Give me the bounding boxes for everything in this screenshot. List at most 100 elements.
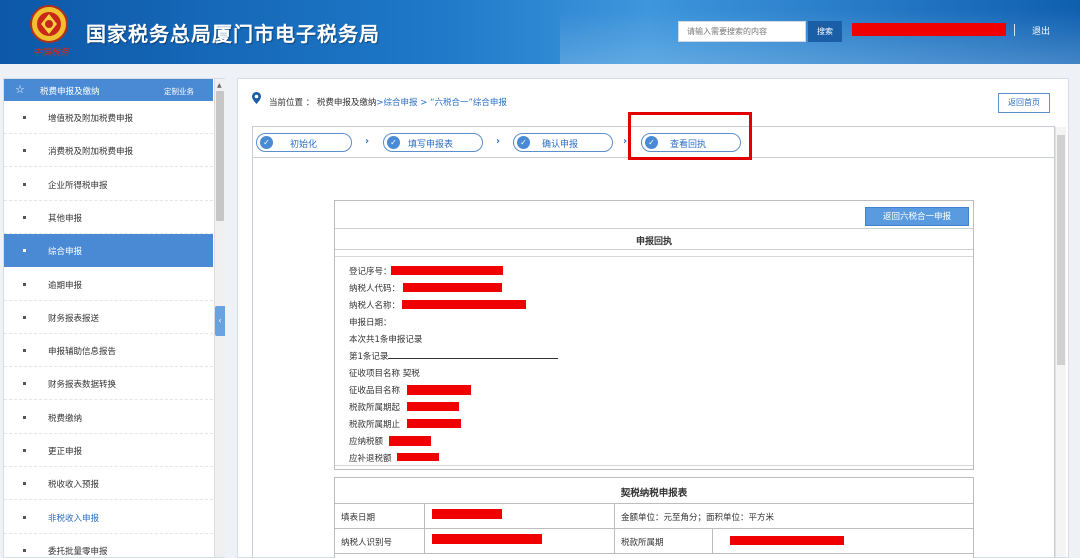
sidebar-item[interactable]: 更正申报	[4, 434, 213, 467]
redacted-value	[407, 419, 461, 428]
receipt-title: 申报回执	[635, 237, 672, 247]
receipt-field: 本次共1条申报记录	[349, 333, 422, 345]
svg-text:中国税务: 中国税务	[33, 47, 70, 57]
sidebar-item-label: 逾期申报	[48, 280, 83, 291]
sidebar-item[interactable]: 增值税及附加税费申报	[4, 101, 213, 134]
redacted-value	[402, 300, 526, 309]
sidebar-item[interactable]: 税收收入预报	[4, 467, 213, 501]
sidebar-item-label: 更正申报	[48, 447, 83, 457]
sidebar-item-label: 非税收入申报	[48, 513, 100, 524]
star-icon: ☆	[15, 83, 25, 96]
receipt-field-label: 第1条记录	[349, 352, 389, 362]
receipt-field: 应纳税额	[349, 435, 383, 447]
sidebar-item[interactable]: 逾期申报	[4, 268, 213, 301]
fill-date-label: 填表日期	[341, 513, 376, 523]
receipt-field: 应补退税额	[349, 452, 392, 464]
receipt-field-label: 征收品目名称	[349, 386, 401, 396]
receipt-field-label: 本次共1条申报记录	[349, 335, 423, 345]
table-cell: 金额单位：元至角分；面积单位：平方米	[615, 504, 973, 528]
breadcrumb-level1[interactable]: 税费申报及缴纳	[317, 98, 377, 108]
sidebar-item-label: 申报辅助信息报告	[48, 347, 117, 358]
tax-period-label: 税款所属期	[621, 538, 664, 548]
bullet-icon	[23, 449, 26, 452]
bullet-icon	[23, 149, 26, 153]
header-divider	[1014, 24, 1015, 36]
sidebar-item-label: 委托批量零申报	[48, 546, 108, 557]
sidebar-item[interactable]: 财务报表报送	[4, 301, 213, 334]
redacted-value	[407, 385, 471, 395]
annotation-highlight-box	[628, 112, 752, 160]
receipt-field: 第1条记录	[349, 350, 559, 362]
sidebar-item[interactable]: 消费税及附加税费申报	[4, 134, 213, 168]
redacted-value	[432, 534, 542, 544]
bullet-icon	[23, 182, 26, 186]
sidebar-item[interactable]: 申报辅助信息报告	[4, 334, 213, 368]
redacted-value	[432, 509, 502, 519]
chevron-right-icon: ›	[623, 136, 628, 147]
sidebar-item[interactable]: 综合申报	[4, 234, 213, 268]
receipt-field: 纳税人名称：	[349, 299, 400, 311]
underline-blank	[388, 351, 559, 359]
bullet-icon	[23, 315, 26, 319]
sidebar-scroll-thumb[interactable]	[216, 91, 224, 221]
receipt-field: 征收项目名称 契税	[349, 367, 420, 379]
sidebar-item[interactable]: 委托批量零申报	[4, 534, 213, 558]
redacted-username	[852, 23, 1006, 36]
bullet-icon	[23, 548, 26, 552]
sidebar-item[interactable]: 非税收入申报	[4, 501, 213, 534]
logout-link[interactable]: 退出	[1032, 24, 1050, 37]
bullet-icon	[23, 515, 26, 519]
unit-label: 金额单位：元至角分；面积单位：平方米	[621, 513, 775, 523]
custom-business-link[interactable]: 定制业务	[164, 86, 194, 97]
sidebar-item[interactable]: 其他申报	[4, 201, 213, 234]
sidebar-collapse-button[interactable]: ‹	[215, 306, 225, 336]
redacted-value	[391, 266, 503, 275]
sidebar-item-label: 增值税及附加税费申报	[48, 114, 134, 124]
return-six-tax-button[interactable]: 返回六税合一申报	[865, 207, 969, 226]
receipt-field: 申报日期：	[349, 316, 392, 328]
sidebar-item-label: 财务报表报送	[48, 313, 100, 324]
sidebar-item[interactable]: 企业所得税申报	[4, 168, 213, 201]
redacted-value	[397, 453, 439, 461]
bullet-icon	[23, 415, 26, 419]
deed-tax-declaration-table: 契税纳税申报表 填表日期 金额单位：元至角分；面积单位：平方米 纳税人识别号 税…	[334, 477, 974, 558]
sidebar-item[interactable]: 财务报表数据转换	[4, 367, 213, 401]
receipt-field-label: 税款所属期止	[349, 420, 401, 430]
main-scrollbar[interactable]	[1055, 127, 1066, 557]
site-title: 国家税务总局厦门市电子税务局	[86, 22, 380, 46]
sidebar-item-label: 税收收入预报	[48, 480, 100, 491]
search-input[interactable]: 请输入需要搜索的内容	[678, 21, 806, 42]
site-header: 中国税务 国家税务总局厦门市电子税务局 请输入需要搜索的内容 搜索 退出	[0, 0, 1080, 64]
search-button[interactable]: 搜索	[808, 21, 842, 42]
breadcrumb-level2[interactable]: >综合申报 >	[376, 98, 427, 108]
check-icon: ✓	[517, 136, 530, 149]
bullet-icon	[23, 482, 26, 486]
table-row: 填表日期 金额单位：元至角分；面积单位：平方米	[335, 503, 973, 528]
receipt-field-label: 登记序号：	[349, 267, 392, 277]
scroll-up-icon[interactable]: ▲	[217, 82, 222, 89]
redacted-value	[389, 436, 431, 446]
bullet-icon	[23, 215, 26, 219]
receipt-field: 登记序号：	[349, 265, 392, 277]
window-edge	[1071, 78, 1080, 558]
return-home-button[interactable]: 返回首页	[998, 93, 1050, 113]
redacted-value	[407, 402, 459, 411]
bullet-icon	[23, 116, 26, 119]
step-label: 确认申报	[542, 140, 579, 150]
sidebar-header[interactable]: ☆ 税费申报及缴纳 定制业务	[4, 79, 213, 101]
sidebar-item[interactable]: 税费缴纳	[4, 401, 213, 434]
sidebar-item-label: 税费缴纳	[48, 413, 83, 424]
receipt-field-label: 纳税人名称：	[349, 301, 401, 311]
breadcrumb-prefix: 当前位置 ：	[269, 98, 315, 108]
breadcrumb: 当前位置 ： 税费申报及缴纳>综合申报 > “六税合一”综合申报	[269, 96, 507, 108]
sidebar-item-label: 综合申报	[48, 247, 83, 258]
breadcrumb-level3[interactable]: “六税合一”综合申报	[430, 98, 507, 108]
main-scroll-thumb[interactable]	[1057, 135, 1065, 365]
receipt-field-label: 应补退税额	[349, 454, 392, 464]
bullet-icon	[23, 249, 26, 253]
emblem-caption-logo: 中国税务	[33, 47, 70, 57]
receipt-field: 纳税人代码：	[349, 282, 400, 294]
bullet-icon	[23, 349, 26, 353]
table-cell: 填表日期	[335, 504, 425, 528]
sidebar-item-label: 其他申报	[48, 213, 83, 224]
